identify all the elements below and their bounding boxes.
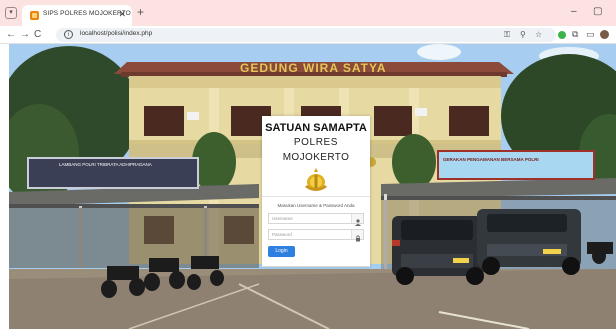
username-input[interactable] xyxy=(269,214,351,223)
building-name: GEDUNG WIRA SATYA xyxy=(240,61,387,75)
site-info-icon[interactable]: i xyxy=(64,30,73,39)
left-banner-text: LAMBANG POLRI TRIBRATA ADHIPRADANA xyxy=(59,162,152,167)
password-input[interactable] xyxy=(269,230,351,239)
extension-icon[interactable] xyxy=(558,31,566,39)
right-banner: GERAKAN PENGAMANAN BERSAMA POLRI xyxy=(437,150,595,180)
login-region: MOJOKERTO xyxy=(282,152,350,163)
police-emblem-icon xyxy=(305,168,327,191)
new-tab-button[interactable]: + xyxy=(137,6,144,18)
zoom-icon[interactable]: ⚲ xyxy=(520,29,526,41)
browser-tabstrip: ▾ SIPS POLRES MOJOKERTO ✕ + – ▢ xyxy=(0,0,616,26)
login-subtitle: POLRES xyxy=(293,137,339,148)
minimize-button[interactable]: – xyxy=(571,5,577,19)
login-prompt: Masukan Username & Password Anda xyxy=(277,203,355,208)
url-text[interactable]: localhost/polisi/index.php xyxy=(80,30,152,37)
reload-button[interactable]: C xyxy=(34,28,41,41)
favicon-icon xyxy=(30,11,39,20)
user-icon xyxy=(351,214,363,226)
sidebar-icon[interactable]: ▭ xyxy=(586,28,595,41)
login-title: SATUAN SAMAPTA xyxy=(265,122,367,134)
lock-icon xyxy=(351,230,363,242)
password-field xyxy=(268,229,364,242)
back-button[interactable]: ← xyxy=(6,28,16,41)
username-field xyxy=(268,213,364,226)
login-button[interactable]: Login xyxy=(268,246,295,257)
browser-tab[interactable]: SIPS POLRES MOJOKERTO ✕ xyxy=(22,5,132,26)
address-bar[interactable]: i localhost/polisi/index.php ⚿ ⚲ ☆ xyxy=(56,28,556,42)
key-icon[interactable]: ⚿ xyxy=(504,29,510,41)
page-content: GEDUNG WIRA SATYA LAMBANG POLRI TRIBRATA… xyxy=(9,44,616,329)
left-banner: LAMBANG POLRI TRIBRATA ADHIPRADANA xyxy=(27,157,199,189)
bookmark-star-icon[interactable]: ☆ xyxy=(535,29,542,41)
browser-toolbar: ← → C i localhost/polisi/index.php ⚿ ⚲ ☆… xyxy=(0,26,616,44)
login-form: SATUAN SAMAPTA POLRES MOJOKERTO Masukan … xyxy=(262,116,370,266)
puzzle-extensions-icon[interactable]: ⧉ xyxy=(572,28,578,41)
forward-button[interactable]: → xyxy=(20,28,30,41)
maximize-button[interactable]: ▢ xyxy=(593,5,602,19)
right-banner-text: GERAKAN PENGAMANAN BERSAMA POLRI xyxy=(443,157,539,162)
card-divider xyxy=(262,196,370,197)
profile-avatar-icon[interactable] xyxy=(600,30,609,39)
close-tab-icon[interactable]: ✕ xyxy=(118,8,126,20)
tab-list-icon[interactable]: ▾ xyxy=(5,7,17,19)
